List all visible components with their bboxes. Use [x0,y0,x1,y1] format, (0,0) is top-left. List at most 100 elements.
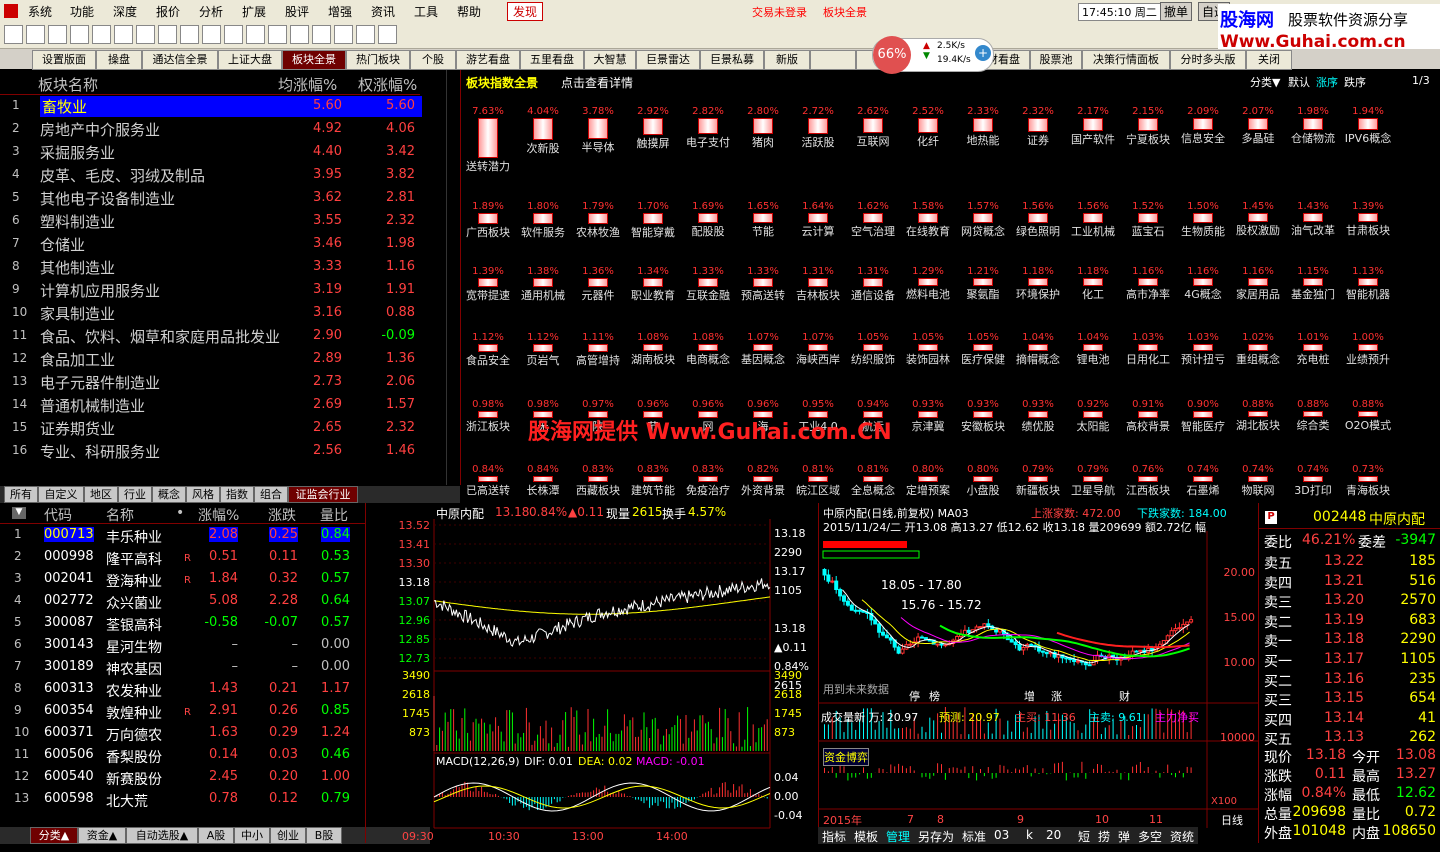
board-cell[interactable]: 1.58% 在线教育 [900,201,956,261]
board-sort-down[interactable]: 跌序 [1344,74,1366,90]
menu-8[interactable]: 资讯 [371,3,395,20]
kline-marker[interactable]: 财 [1119,689,1130,703]
sector-row[interactable]: 8 其他制造业 3.33 1.16 [0,256,420,279]
bottom-tab-6[interactable]: B股 [306,827,342,844]
board-cell[interactable]: 1.08% 湖南板块 [625,332,681,392]
board-cell[interactable]: 1.33% 互联金融 [680,266,736,326]
sector-row[interactable]: 14 普通机械制造业 2.69 1.57 [0,394,420,417]
board-cell[interactable]: 1.04% 锂电池 [1065,332,1121,392]
layout-tab-17[interactable]: 股票池 [1030,50,1082,70]
board-cell[interactable]: 2.32% 证券 [1010,106,1066,166]
menu-2[interactable]: 深度 [113,3,137,20]
kline-tab-3[interactable]: 另存为 [918,828,954,845]
board-cell[interactable]: 3.78% 半导体 [570,106,626,166]
kline-chart[interactable]: 20.00 15.00 10.00 10000 停榜 增 涨 财 7 8 9 10 11 [819,503,1259,843]
board-cell[interactable]: 1.33% 预高送转 [735,266,791,326]
kline-tab-4[interactable]: 标准 [962,828,986,845]
board-cell[interactable]: 1.07% 基因概念 [735,332,791,392]
board-cell[interactable]: 1.16% 4G概念 [1175,266,1231,326]
cancel-order-button[interactable]: 撤单 [1160,2,1193,21]
quote-p-icon[interactable]: P [1265,511,1277,524]
board-cell[interactable]: 2.62% 互联网 [845,106,901,166]
board-cell[interactable]: 1.56% 绿色照明 [1010,201,1066,261]
kline-marker[interactable]: 涨 [1051,690,1062,703]
kline-tab-2[interactable]: 管理 [886,828,910,845]
stock-header-vr[interactable]: 量比 [320,505,348,525]
board-cell[interactable]: 1.89% 广西板块 [460,201,516,261]
sector-type-tab-8[interactable]: 证监会行业 [288,486,358,503]
board-cell[interactable]: 1.56% 工业机械 [1065,201,1121,261]
board-cell[interactable]: 1.05% 医疗保健 [955,332,1011,392]
sector-row[interactable]: 3 采掘服务业 4.40 3.42 [0,141,420,164]
sector-row[interactable]: 10 家具制造业 3.16 0.88 [0,302,420,325]
board-cell[interactable]: 1.31% 通信设备 [845,266,901,326]
board-cell[interactable]: 1.65% 节能 [735,201,791,261]
sector-row[interactable]: 6 塑料制造业 3.55 2.32 [0,210,420,233]
layout-tab-3[interactable]: 上证大盘 [218,50,282,70]
board-cell[interactable]: 1.07% 海峡西岸 [790,332,846,392]
kline-period[interactable]: 日线 [1221,812,1243,828]
menu-6[interactable]: 股评 [285,3,309,20]
menu-4[interactable]: 分析 [199,3,223,20]
sector-type-tab-5[interactable]: 风格 [186,486,220,503]
menu-discover[interactable]: 发现 [507,2,544,21]
board-cell[interactable]: 0.88% 综合类 [1285,399,1341,459]
sector-type-tab-0[interactable]: 所有 [4,486,38,503]
board-cell[interactable]: 1.43% 油气改革 [1285,201,1341,261]
board-cell[interactable]: 1.39% 甘肃板块 [1340,201,1396,261]
board-cell[interactable]: 1.00% 业绩预升 [1340,332,1396,392]
quote-buy-1[interactable]: 买一 13.17 1105 [1262,651,1438,670]
board-cell[interactable]: 2.09% 信息安全 [1175,106,1231,166]
board-cell[interactable]: 1.31% 吉林板块 [790,266,846,326]
bottom-tab-0[interactable]: 分类▲ [30,827,78,844]
quote-sell-5[interactable]: 卖五 13.22 185 [1262,553,1438,572]
board-cell[interactable]: 1.79% 农林牧渔 [570,201,626,261]
kline-tab-10[interactable]: 弹 [1118,828,1130,845]
grid-icon[interactable] [92,25,111,44]
kline-x100[interactable]: X100 [1211,796,1237,807]
board-cell[interactable]: 1.36% 元器件 [570,266,626,326]
quote-sell-4[interactable]: 卖四 13.21 516 [1262,573,1438,592]
layout-tab-4[interactable]: 板块全景 [282,50,346,70]
intraday-chart[interactable]: 13.52 13.41 13.30 13.18 13.07 12.96 12.85 12.73… [366,503,818,843]
board-cell[interactable]: 2.15% 宁夏板块 [1120,106,1176,166]
layout-tab-12[interactable]: 新版 [764,50,810,70]
kline-tab-9[interactable]: 捞 [1098,828,1110,845]
stock-row[interactable]: 7 300189 神农基因 – – 0.00 [0,657,360,679]
board-cell[interactable]: 1.29% 燃料电池 [900,266,956,326]
stock-row[interactable]: 12 600540 新赛股份 2.45 0.20 1.00 [0,767,360,789]
back-icon[interactable] [4,25,23,44]
sector-row[interactable]: 15 证券期货业 2.65 2.32 [0,417,420,440]
quote-buy-2[interactable]: 买二 13.16 235 [1262,671,1438,690]
stock-row[interactable]: 2 000998 隆平高科 R 0.51 0.11 0.53 [0,547,360,569]
stock-sort-icon[interactable]: ▼ [12,507,26,519]
board-cell[interactable]: 4.04% 次新股 [515,106,571,166]
board-cell[interactable]: 2.82% 电子支付 [680,106,736,166]
book-icon[interactable] [378,25,397,44]
board-cell[interactable]: 0.90% 智能医疗 [1175,399,1231,459]
menu-0[interactable]: 系统 [28,3,52,20]
board-cell[interactable]: 0.93% 绩优股 [1010,399,1066,459]
layout-tab-8[interactable]: 五里看盘 [520,50,584,70]
bottom-tab-2[interactable]: 自动选股▲ [126,827,198,844]
stock-row[interactable]: 10 600371 万向德农 1.63 0.29 1.24 [0,723,360,745]
sector-header-avg[interactable]: 均涨幅% [278,74,337,95]
board-cell[interactable]: 1.39% 宽带提速 [460,266,516,326]
sector-type-tab-4[interactable]: 概念 [152,486,186,503]
board-cell[interactable]: 1.52% 蓝宝石 [1120,201,1176,261]
layout-tab-18[interactable]: 决策行情面板 [1082,50,1170,70]
sector-row[interactable]: 7 仓储业 3.46 1.98 [0,233,420,256]
menu-3[interactable]: 报价 [156,3,180,20]
stock-header-code[interactable]: 代码 [44,505,72,525]
board-cell[interactable]: 0.98% 浙江板块 [460,399,516,459]
kline-tab-5[interactable]: 03 [994,828,1009,842]
layout-tab-7[interactable]: 游艺看盘 [456,50,520,70]
board-cell[interactable]: 1.34% 职业教育 [625,266,681,326]
board-cell[interactable]: 1.04% 摘帽概念 [1010,332,1066,392]
layout-tab-11[interactable]: 巨景私募 [700,50,764,70]
sector-row[interactable]: 9 计算机应用服务业 3.19 1.91 [0,279,420,302]
bottom-tab-4[interactable]: 中小 [234,827,270,844]
board-cell[interactable]: 1.05% 纺织服饰 [845,332,901,392]
fi-icon[interactable] [224,25,243,44]
forward-icon[interactable] [70,25,89,44]
